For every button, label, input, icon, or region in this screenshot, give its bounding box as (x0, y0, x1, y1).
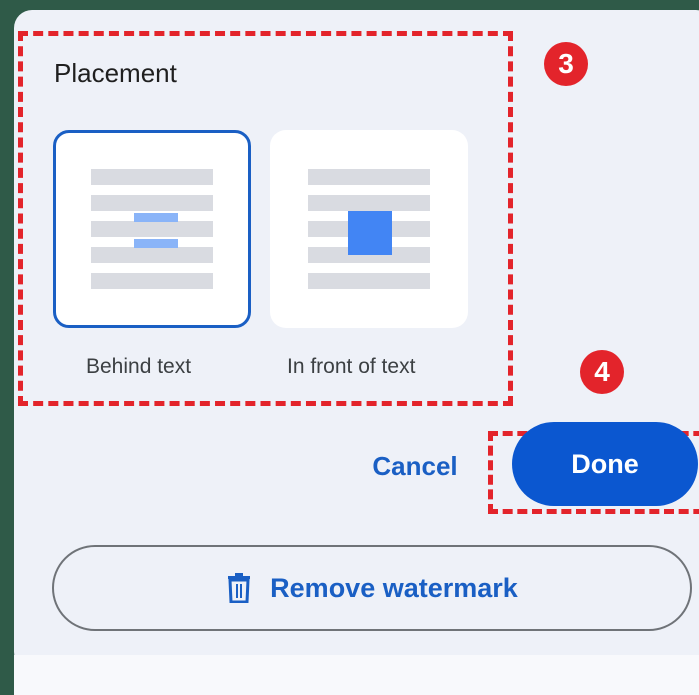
remove-watermark-button[interactable]: Remove watermark (52, 545, 692, 631)
remove-watermark-label: Remove watermark (270, 572, 518, 603)
step-4-badge: 4 (580, 350, 624, 394)
cancel-button[interactable]: Cancel (352, 440, 478, 492)
step-3-badge: 3 (544, 42, 588, 86)
step-3-highlight-box (18, 31, 513, 406)
trash-icon (228, 573, 251, 603)
done-button[interactable]: Done (512, 422, 698, 506)
dialog-footer-area (14, 655, 699, 695)
